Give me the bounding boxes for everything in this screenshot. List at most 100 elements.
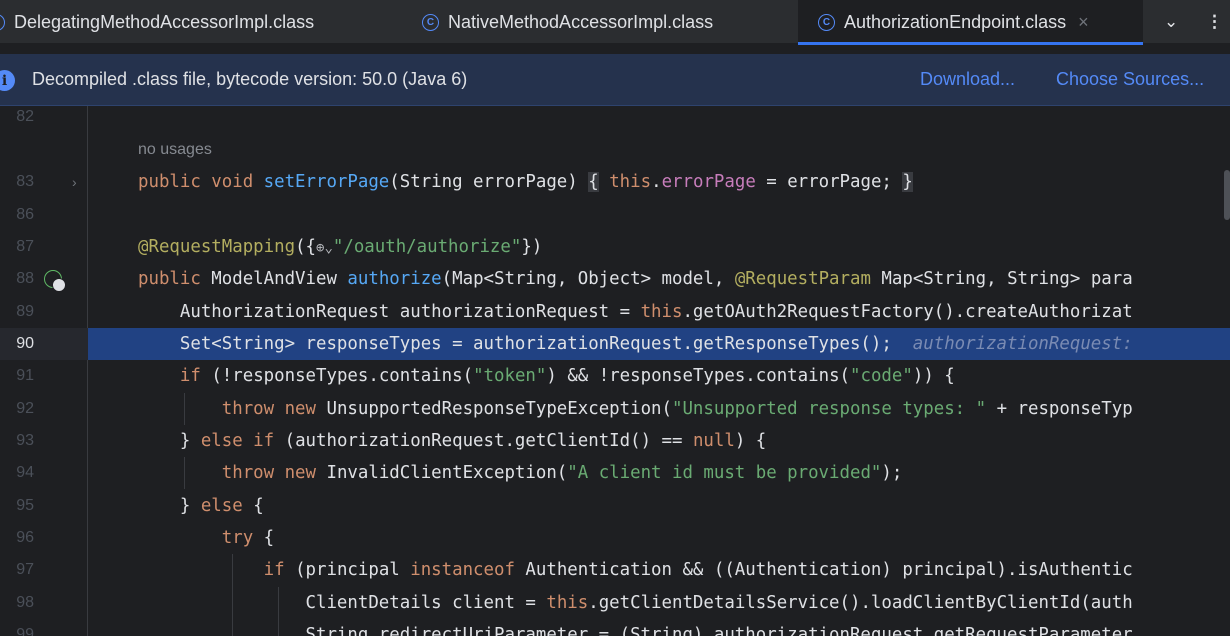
indent-guide	[184, 457, 185, 489]
code-token: );	[881, 463, 903, 483]
code-token: @RequestParam	[734, 269, 871, 289]
line-number: 91	[16, 367, 34, 384]
code-token: "/oauth/authorize"	[332, 237, 522, 257]
code-token: throw new	[221, 399, 327, 419]
code-text: throw new UnsupportedResponseTypeExcepti…	[138, 393, 1133, 425]
code-token: + responseTyp	[986, 399, 1133, 419]
code-text: @RequestMapping({⊕⌄"/oauth/authorize"})	[138, 231, 542, 264]
code-token: public	[138, 269, 212, 289]
line-number: 89	[16, 303, 34, 320]
code-token: try	[221, 528, 254, 548]
code-token: "A client id must be provided"	[567, 463, 882, 483]
more-options-icon[interactable]: ⋮	[1206, 0, 1223, 44]
code-line[interactable]: 93 } else if (authorizationRequest.getCl…	[0, 425, 1230, 457]
code-text: try {	[138, 522, 274, 554]
code-text: throw new InvalidClientException("A clie…	[138, 457, 903, 489]
line-number: 88	[16, 270, 34, 287]
code-token: })	[521, 237, 543, 257]
code-token: (principal	[284, 560, 411, 580]
code-token: {	[242, 496, 264, 516]
line-number: 98	[16, 594, 34, 611]
code-text: if (principal instanceof Authentication …	[138, 554, 1133, 586]
endpoint-gutter-icon[interactable]	[44, 270, 66, 292]
code-line[interactable]: 98 ClientDetails client = this.getClient…	[0, 587, 1230, 619]
code-line[interactable]: 87 @RequestMapping({⊕⌄"/oauth/authorize"}…	[0, 231, 1230, 263]
code-token: .	[651, 172, 662, 192]
close-tab-icon[interactable]: ×	[1078, 12, 1089, 33]
tab-native-method-accessor[interactable]: C NativeMethodAccessorImpl.class	[422, 0, 713, 44]
code-token: ) && !responseTypes.contains(	[546, 366, 851, 386]
code-line[interactable]: 83 › public void setErrorPage(String error…	[0, 166, 1230, 198]
globe-icon: ⊕⌄	[316, 240, 333, 256]
code-line[interactable]: 86	[0, 199, 1230, 231]
code-token: this	[609, 172, 652, 192]
code-text: ClientDetails client = this.getClientDet…	[138, 587, 1133, 619]
code-token: .getClientDetailsService().loadClientByC…	[588, 593, 1133, 613]
code-token: authorize	[347, 269, 442, 289]
line-number: 94	[16, 464, 34, 481]
line-number: 90	[16, 335, 34, 352]
download-link[interactable]: Download...	[920, 69, 1015, 90]
code-token: "token"	[473, 366, 547, 386]
code-token: UnsupportedResponseTypeException(	[326, 399, 672, 419]
usages-hint[interactable]: no usages	[138, 141, 212, 159]
code-token: (!responseTypes.contains(	[200, 366, 474, 386]
line-number: 97	[16, 561, 34, 578]
scrollbar-thumb[interactable]	[1224, 170, 1230, 220]
code-token: authorizationRequest:	[912, 334, 1133, 354]
line-number: 86	[16, 206, 34, 223]
code-line[interactable]: 82	[0, 106, 1230, 133]
line-number: 95	[16, 497, 34, 514]
info-icon: i	[0, 70, 15, 91]
fold-expand-icon[interactable]: ›	[72, 166, 77, 198]
code-token: if	[263, 560, 285, 580]
code-text: String redirectUriParameter = (String) a…	[138, 619, 1133, 636]
code-token: setErrorPage	[263, 172, 390, 192]
code-line[interactable]: 88 public ModelAndView authorize(Map<Stri…	[0, 263, 1230, 295]
code-line[interactable]: 99 String redirectUriParameter = (String…	[0, 619, 1230, 636]
choose-sources-link[interactable]: Choose Sources...	[1056, 69, 1204, 90]
code-line[interactable]: 89 AuthorizationRequest authorizationReq…	[0, 296, 1230, 328]
code-text: public ModelAndView authorize(Map<String…	[138, 263, 1133, 295]
line-number: 83	[16, 173, 34, 190]
line-number: 93	[16, 432, 34, 449]
line-number: 92	[16, 400, 34, 417]
code-line[interactable]: 95 } else {	[0, 490, 1230, 522]
code-line[interactable]: 96 try {	[0, 522, 1230, 554]
code-token: null	[692, 431, 735, 451]
code-line[interactable]: 90 Set<String> responseTypes = authoriza…	[0, 328, 1230, 360]
code-token: ModelAndView	[211, 269, 348, 289]
code-token: this	[546, 593, 589, 613]
code-token: (authorizationRequest.getClientId() ==	[274, 431, 693, 451]
tab-delegating-method-accessor[interactable]: C DelegatingMethodAccessorImpl.class	[0, 0, 314, 44]
tab-list-chevron-icon[interactable]: ⌄	[1164, 0, 1178, 44]
code-token: ClientDetails client =	[138, 593, 547, 613]
code-token: }	[138, 496, 201, 516]
code-token: ) {	[734, 431, 767, 451]
code-line[interactable]: 97 if (principal instanceof Authenticati…	[0, 554, 1230, 586]
tab-authorization-endpoint[interactable]: C AuthorizationEndpoint.class ×	[798, 0, 1143, 45]
code-token: throw new	[221, 463, 327, 483]
code-token: String redirectUriParameter = (String) a…	[138, 625, 1133, 636]
class-icon: C	[0, 13, 5, 31]
code-line[interactable]: 91 if (!responseTypes.contains("token") …	[0, 360, 1230, 392]
indent-guide	[278, 587, 279, 636]
code-text: } else if (authorizationRequest.getClien…	[138, 425, 766, 457]
code-token: Map<String, String> para	[870, 269, 1133, 289]
code-token: AuthorizationRequest authorizationReques…	[138, 302, 641, 322]
code-editor[interactable]: no usages 82 83 › public void setErrorPage(S…	[0, 106, 1230, 636]
class-icon: C	[818, 13, 835, 31]
code-token: = errorPage;	[755, 172, 903, 192]
line-number: 82	[16, 108, 34, 125]
indent-guide	[232, 554, 233, 636]
code-token: InvalidClientException(	[326, 463, 568, 483]
editor-tab-bar: C DelegatingMethodAccessorImpl.class C N…	[0, 0, 1230, 45]
code-token: if	[179, 366, 201, 386]
code-token: @RequestMapping	[138, 237, 296, 257]
code-token: errorPage	[661, 172, 756, 192]
